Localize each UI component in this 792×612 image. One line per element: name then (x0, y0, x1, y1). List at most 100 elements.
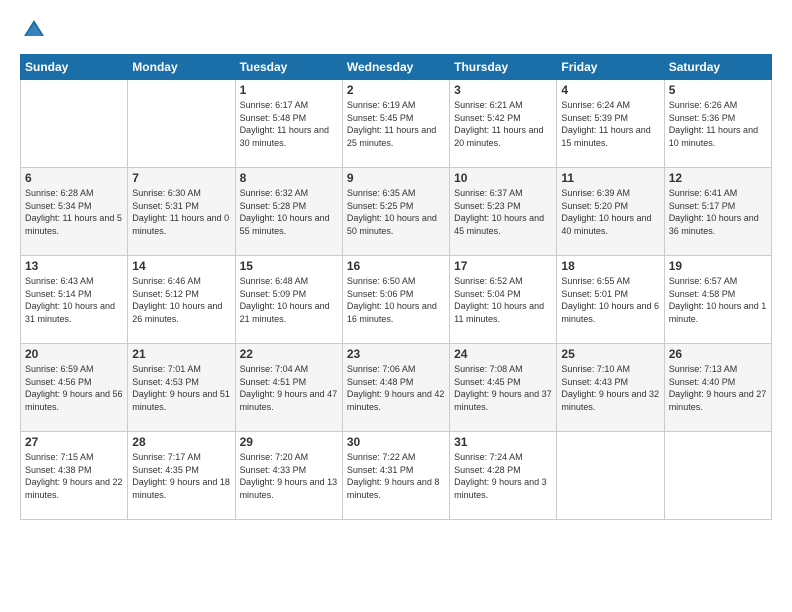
week-row-4: 20 Sunrise: 6:59 AM Sunset: 4:56 PM Dayli… (21, 344, 772, 432)
day-number: 21 (132, 347, 230, 361)
day-info: Sunrise: 6:48 AM Sunset: 5:09 PM Dayligh… (240, 275, 338, 325)
day-info: Sunrise: 6:46 AM Sunset: 5:12 PM Dayligh… (132, 275, 230, 325)
calendar-cell: 1 Sunrise: 6:17 AM Sunset: 5:48 PM Daylig… (235, 80, 342, 168)
day-number: 6 (25, 171, 123, 185)
day-number: 18 (561, 259, 659, 273)
day-info: Sunrise: 6:39 AM Sunset: 5:20 PM Dayligh… (561, 187, 659, 237)
day-number: 30 (347, 435, 445, 449)
day-info: Sunrise: 7:08 AM Sunset: 4:45 PM Dayligh… (454, 363, 552, 413)
calendar-cell: 21 Sunrise: 7:01 AM Sunset: 4:53 PM Dayli… (128, 344, 235, 432)
day-info: Sunrise: 6:32 AM Sunset: 5:28 PM Dayligh… (240, 187, 338, 237)
day-number: 23 (347, 347, 445, 361)
calendar-cell: 15 Sunrise: 6:48 AM Sunset: 5:09 PM Dayli… (235, 256, 342, 344)
calendar-cell: 3 Sunrise: 6:21 AM Sunset: 5:42 PM Daylig… (450, 80, 557, 168)
calendar-cell: 31Sunrise: 7:24 AM Sunset: 4:28 PM Dayli… (450, 432, 557, 520)
day-info: Sunrise: 7:06 AM Sunset: 4:48 PM Dayligh… (347, 363, 445, 413)
day-number: 28 (132, 435, 230, 449)
day-info: Sunrise: 6:17 AM Sunset: 5:48 PM Dayligh… (240, 99, 338, 149)
day-number: 7 (132, 171, 230, 185)
calendar-cell: 25 Sunrise: 7:10 AM Sunset: 4:43 PM Dayli… (557, 344, 664, 432)
day-number: 31 (454, 435, 552, 449)
day-number: 1 (240, 83, 338, 97)
day-number: 27 (25, 435, 123, 449)
day-number: 5 (669, 83, 767, 97)
day-number: 16 (347, 259, 445, 273)
page: SundayMondayTuesdayWednesdayThursdayFrid… (0, 0, 792, 612)
calendar-cell: 9 Sunrise: 6:35 AM Sunset: 5:25 PM Daylig… (342, 168, 449, 256)
calendar-cell: 22 Sunrise: 7:04 AM Sunset: 4:51 PM Dayli… (235, 344, 342, 432)
calendar-cell: 12Sunrise: 6:41 AM Sunset: 5:17 PM Dayli… (664, 168, 771, 256)
calendar-cell: 24 Sunrise: 7:08 AM Sunset: 4:45 PM Dayli… (450, 344, 557, 432)
header-cell-wednesday: Wednesday (342, 55, 449, 80)
calendar-cell: 23 Sunrise: 7:06 AM Sunset: 4:48 PM Dayli… (342, 344, 449, 432)
day-number: 12 (669, 171, 767, 185)
day-info: Sunrise: 6:24 AM Sunset: 5:39 PM Dayligh… (561, 99, 659, 149)
calendar-cell (664, 432, 771, 520)
day-info: Sunrise: 6:43 AM Sunset: 5:14 PM Dayligh… (25, 275, 123, 325)
day-number: 26 (669, 347, 767, 361)
day-number: 3 (454, 83, 552, 97)
calendar-cell (557, 432, 664, 520)
day-number: 11 (561, 171, 659, 185)
calendar-table: SundayMondayTuesdayWednesdayThursdayFrid… (20, 54, 772, 520)
header-cell-friday: Friday (557, 55, 664, 80)
calendar-cell: 16Sunrise: 6:50 AM Sunset: 5:06 PM Dayli… (342, 256, 449, 344)
header-cell-saturday: Saturday (664, 55, 771, 80)
calendar-cell: 6 Sunrise: 6:28 AM Sunset: 5:34 PM Daylig… (21, 168, 128, 256)
day-info: Sunrise: 6:28 AM Sunset: 5:34 PM Dayligh… (25, 187, 123, 237)
day-info: Sunrise: 7:04 AM Sunset: 4:51 PM Dayligh… (240, 363, 338, 413)
day-info: Sunrise: 6:59 AM Sunset: 4:56 PM Dayligh… (25, 363, 123, 413)
day-info: Sunrise: 7:20 AM Sunset: 4:33 PM Dayligh… (240, 451, 338, 501)
day-number: 13 (25, 259, 123, 273)
header-cell-sunday: Sunday (21, 55, 128, 80)
day-number: 14 (132, 259, 230, 273)
day-number: 22 (240, 347, 338, 361)
logo-icon (20, 16, 48, 44)
day-info: Sunrise: 6:19 AM Sunset: 5:45 PM Dayligh… (347, 99, 445, 149)
week-row-3: 13 Sunrise: 6:43 AM Sunset: 5:14 PM Dayli… (21, 256, 772, 344)
calendar-cell: 30 Sunrise: 7:22 AM Sunset: 4:31 PM Dayli… (342, 432, 449, 520)
day-number: 20 (25, 347, 123, 361)
day-info: Sunrise: 6:57 AM Sunset: 4:58 PM Dayligh… (669, 275, 767, 325)
day-info: Sunrise: 7:01 AM Sunset: 4:53 PM Dayligh… (132, 363, 230, 413)
day-info: Sunrise: 6:37 AM Sunset: 5:23 PM Dayligh… (454, 187, 552, 237)
day-info: Sunrise: 7:10 AM Sunset: 4:43 PM Dayligh… (561, 363, 659, 413)
day-number: 4 (561, 83, 659, 97)
header (20, 16, 772, 44)
calendar-cell: 26Sunrise: 7:13 AM Sunset: 4:40 PM Dayli… (664, 344, 771, 432)
week-row-2: 6 Sunrise: 6:28 AM Sunset: 5:34 PM Daylig… (21, 168, 772, 256)
calendar-cell: 10 Sunrise: 6:37 AM Sunset: 5:23 PM Dayli… (450, 168, 557, 256)
calendar-cell: 20 Sunrise: 6:59 AM Sunset: 4:56 PM Dayli… (21, 344, 128, 432)
day-number: 2 (347, 83, 445, 97)
day-number: 17 (454, 259, 552, 273)
day-number: 25 (561, 347, 659, 361)
calendar-cell: 7Sunrise: 6:30 AM Sunset: 5:31 PM Daylig… (128, 168, 235, 256)
day-info: Sunrise: 6:21 AM Sunset: 5:42 PM Dayligh… (454, 99, 552, 149)
calendar-cell: 4 Sunrise: 6:24 AM Sunset: 5:39 PM Daylig… (557, 80, 664, 168)
day-info: Sunrise: 6:55 AM Sunset: 5:01 PM Dayligh… (561, 275, 659, 325)
calendar-cell: 8Sunrise: 6:32 AM Sunset: 5:28 PM Daylig… (235, 168, 342, 256)
calendar-cell: 29Sunrise: 7:20 AM Sunset: 4:33 PM Dayli… (235, 432, 342, 520)
day-number: 10 (454, 171, 552, 185)
calendar-cell (128, 80, 235, 168)
day-number: 15 (240, 259, 338, 273)
day-info: Sunrise: 7:15 AM Sunset: 4:38 PM Dayligh… (25, 451, 123, 501)
calendar-cell: 27 Sunrise: 7:15 AM Sunset: 4:38 PM Dayli… (21, 432, 128, 520)
week-row-1: 1 Sunrise: 6:17 AM Sunset: 5:48 PM Daylig… (21, 80, 772, 168)
day-info: Sunrise: 6:35 AM Sunset: 5:25 PM Dayligh… (347, 187, 445, 237)
calendar-cell (21, 80, 128, 168)
day-info: Sunrise: 7:22 AM Sunset: 4:31 PM Dayligh… (347, 451, 445, 501)
day-info: Sunrise: 6:26 AM Sunset: 5:36 PM Dayligh… (669, 99, 767, 149)
calendar-cell: 2 Sunrise: 6:19 AM Sunset: 5:45 PM Daylig… (342, 80, 449, 168)
week-row-5: 27 Sunrise: 7:15 AM Sunset: 4:38 PM Dayli… (21, 432, 772, 520)
calendar-cell: 14 Sunrise: 6:46 AM Sunset: 5:12 PM Dayli… (128, 256, 235, 344)
day-number: 24 (454, 347, 552, 361)
header-cell-monday: Monday (128, 55, 235, 80)
calendar-cell: 13 Sunrise: 6:43 AM Sunset: 5:14 PM Dayli… (21, 256, 128, 344)
header-cell-thursday: Thursday (450, 55, 557, 80)
day-info: Sunrise: 6:52 AM Sunset: 5:04 PM Dayligh… (454, 275, 552, 325)
day-number: 9 (347, 171, 445, 185)
header-cell-tuesday: Tuesday (235, 55, 342, 80)
calendar-cell: 18 Sunrise: 6:55 AM Sunset: 5:01 PM Dayli… (557, 256, 664, 344)
calendar-cell: 11 Sunrise: 6:39 AM Sunset: 5:20 PM Dayli… (557, 168, 664, 256)
